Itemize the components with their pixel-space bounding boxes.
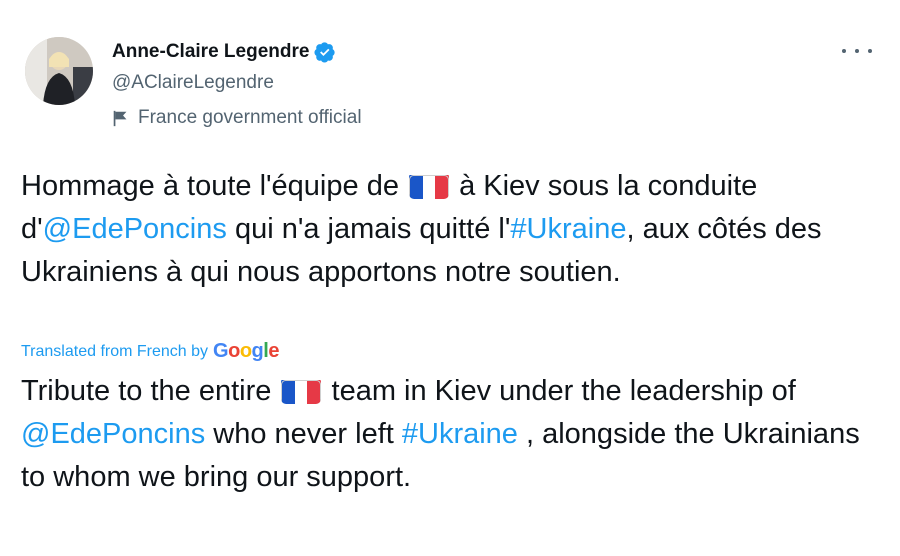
avatar[interactable] bbox=[25, 37, 93, 105]
tweet-text-original: Hommage à toute l'équipe de à Kiev sous … bbox=[21, 165, 881, 294]
verified-badge-icon bbox=[314, 41, 336, 63]
author-handle[interactable]: @AClaireLegendre bbox=[112, 72, 274, 94]
tweet-text-segment: who never left bbox=[205, 418, 402, 450]
translation-attribution[interactable]: Translated from French by Google bbox=[21, 340, 279, 363]
tweet-text-segment: qui n'a jamais quitté l' bbox=[226, 213, 511, 245]
author-name[interactable]: Anne-Claire Legendre bbox=[112, 41, 336, 63]
more-options-icon[interactable] bbox=[842, 42, 872, 60]
mention-link[interactable]: @EdePoncins bbox=[21, 418, 205, 450]
tweet-text-segment: Tribute to the entire bbox=[21, 375, 280, 407]
france-flag-icon bbox=[281, 377, 322, 404]
government-label[interactable]: France government official bbox=[112, 107, 362, 129]
hashtag-link[interactable]: #Ukraine bbox=[402, 418, 518, 450]
tweet-text-translated: Tribute to the entire team in Kiev under… bbox=[21, 370, 881, 499]
flag-icon bbox=[113, 110, 127, 126]
mention-link[interactable]: @EdePoncins bbox=[43, 213, 227, 245]
tweet-text-segment: team in Kiev under the leadership of bbox=[323, 375, 796, 407]
author-name-text[interactable]: Anne-Claire Legendre bbox=[112, 41, 309, 63]
google-logo: Google bbox=[213, 340, 279, 362]
hashtag-link[interactable]: #Ukraine bbox=[510, 213, 626, 245]
france-flag-icon bbox=[409, 172, 450, 199]
translation-label[interactable]: Translated from French by bbox=[21, 343, 208, 361]
government-label-text: France government official bbox=[138, 107, 362, 128]
tweet-text-segment: Hommage à toute l'équipe de bbox=[21, 170, 408, 202]
